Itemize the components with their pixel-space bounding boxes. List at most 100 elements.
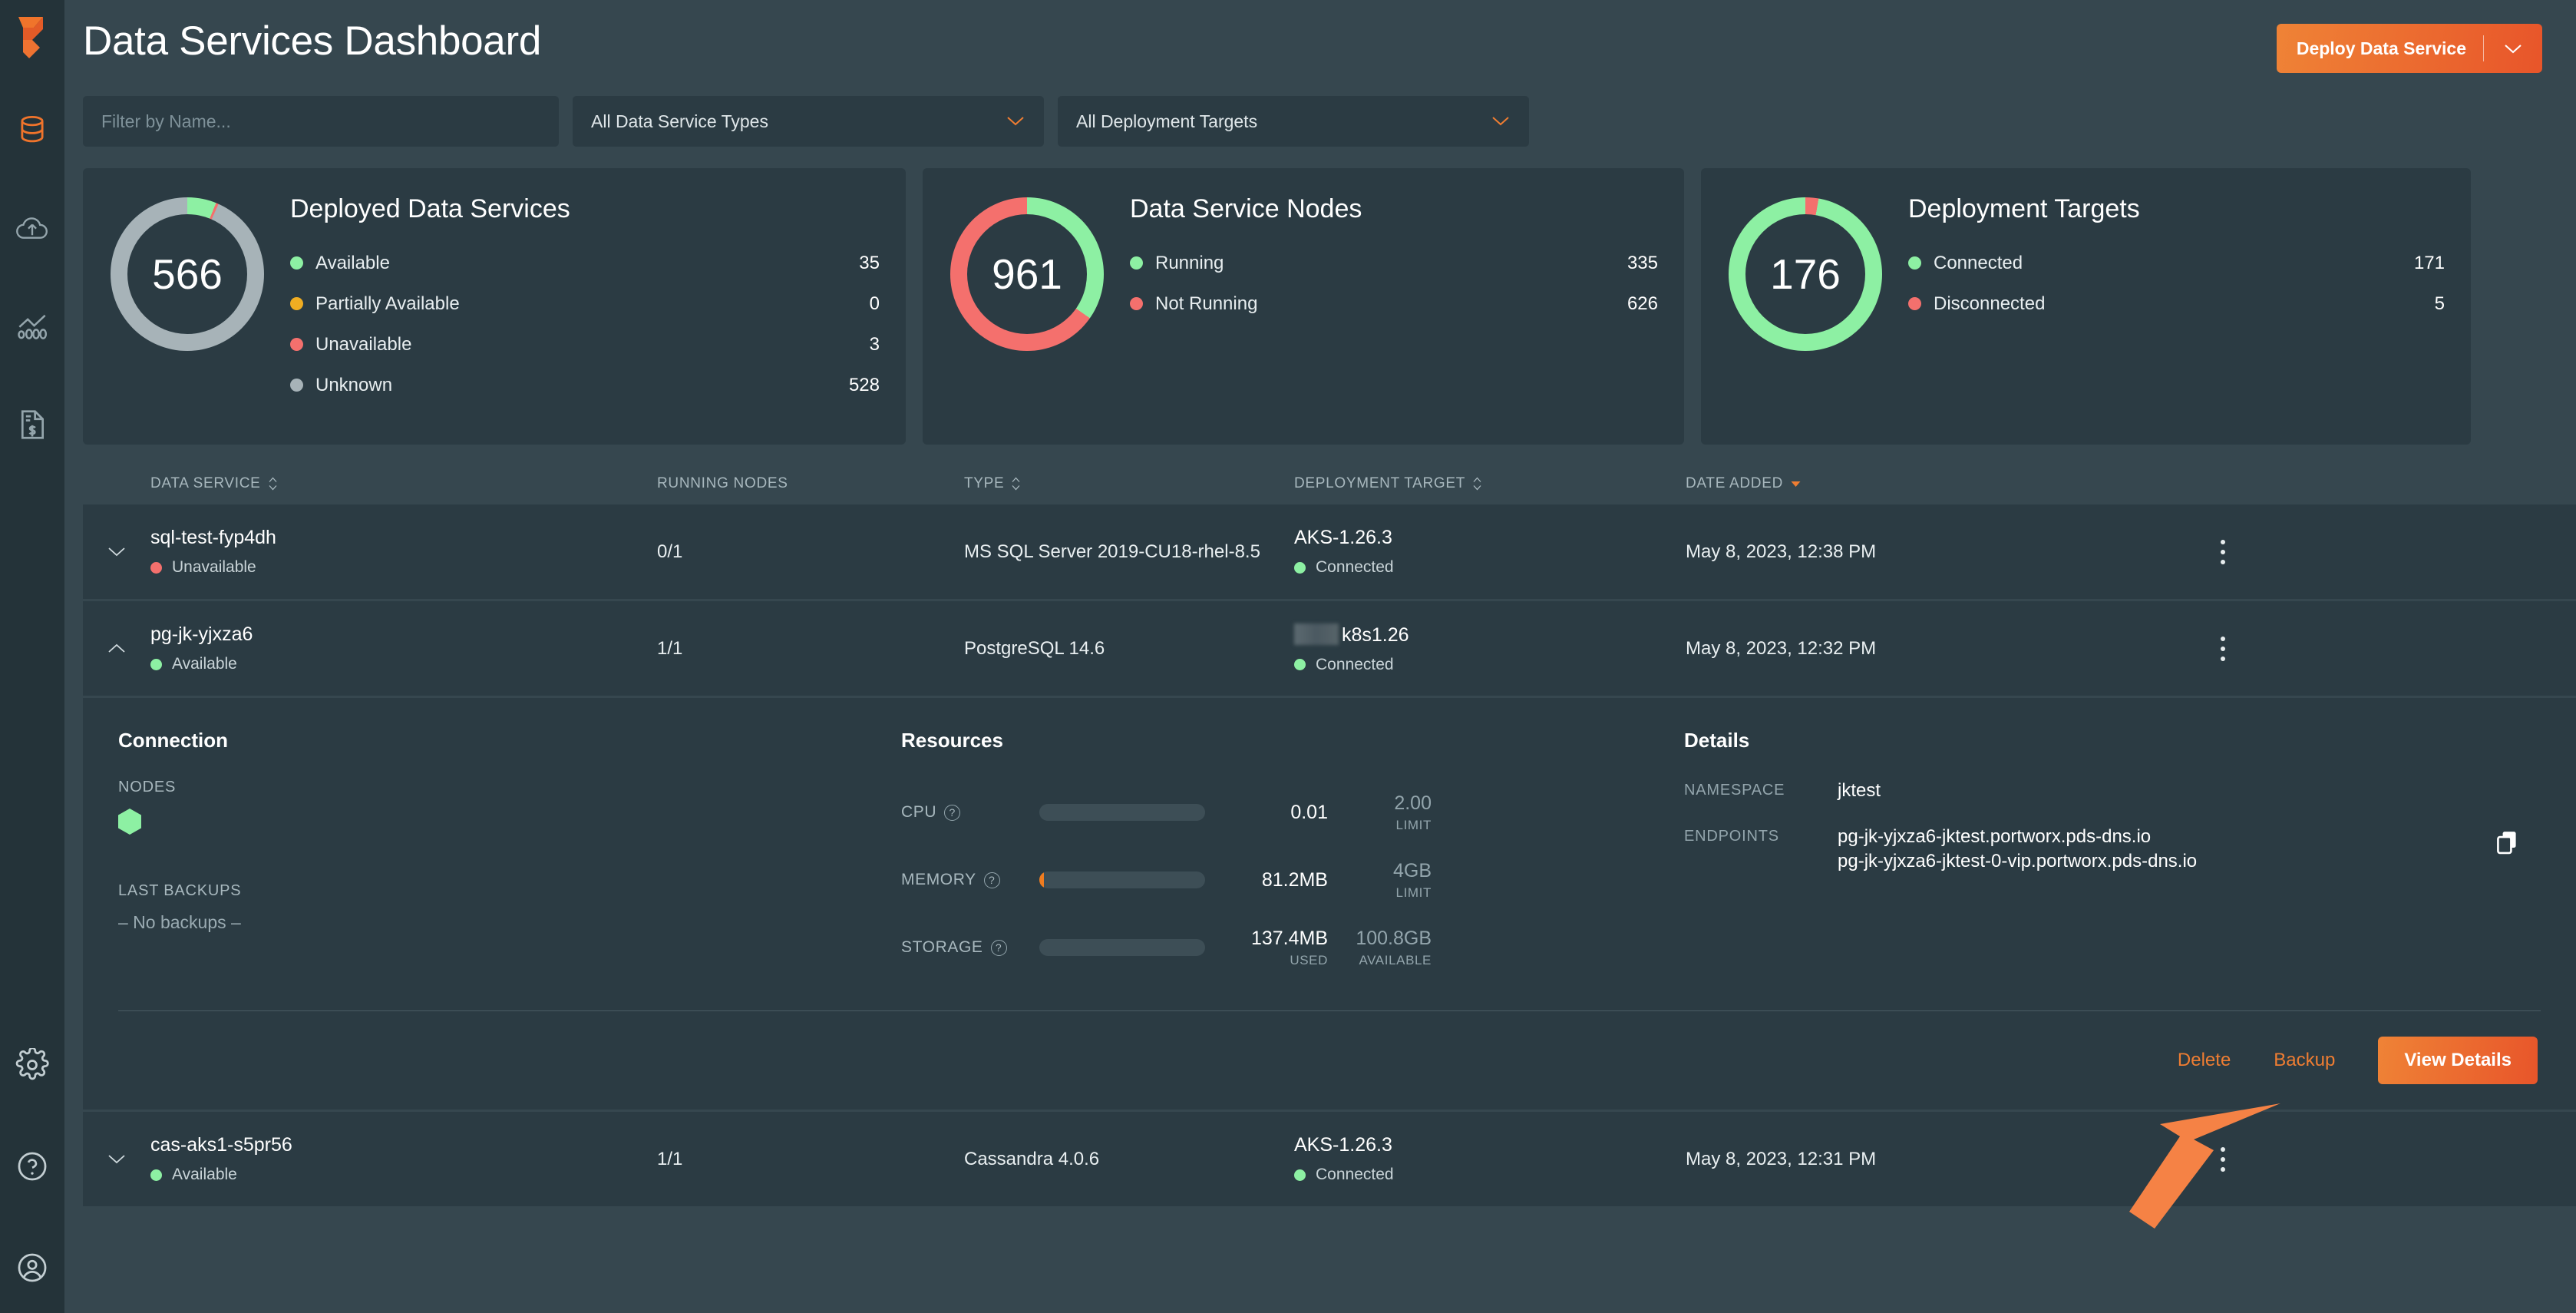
column-header-date-added[interactable]: Date Added: [1686, 475, 2177, 492]
legend-value: 528: [848, 374, 880, 395]
main-content: Data Services Dashboard Deploy Data Serv…: [64, 0, 2576, 1313]
section-heading: Details: [1684, 729, 1750, 752]
legend-item: Partially Available 0: [290, 283, 880, 324]
sort-descending-icon: [1790, 475, 1802, 492]
page-title: Data Services Dashboard: [83, 18, 542, 64]
donut-chart: 566: [111, 197, 264, 351]
help-tooltip-icon[interactable]: ?: [990, 939, 1007, 956]
kebab-menu-icon[interactable]: [2177, 539, 2269, 564]
sort-both-icon: [1011, 477, 1021, 491]
node-status-hexagon[interactable]: [118, 809, 141, 835]
sidebar-item-billing[interactable]: [15, 407, 50, 442]
row-service-cell: cas-aks1-s5pr56 Available: [150, 1134, 657, 1184]
data-service-type-value: All Data Service Types: [591, 111, 768, 131]
backup-button[interactable]: Backup: [2274, 1050, 2335, 1071]
row-actions-menu[interactable]: [2177, 539, 2269, 564]
legend-label: Disconnected: [1934, 293, 2046, 314]
row-service-cell: pg-jk-yjxza6 Available: [150, 623, 657, 673]
donut-chart-wrapper: 961: [947, 193, 1107, 351]
sidebar-item-cloud-upload[interactable]: [15, 210, 50, 246]
copy-icon[interactable]: [2495, 825, 2541, 874]
help-tooltip-icon[interactable]: ?: [944, 804, 961, 821]
status-dot: [1908, 297, 1921, 310]
legend-label: Running: [1155, 252, 1224, 273]
table-row[interactable]: cas-aks1-s5pr56 Available 1/1 Cassandra …: [83, 1112, 2576, 1209]
legend-item: Not Running 626: [1130, 283, 1658, 324]
status-dot: [150, 561, 162, 574]
kebab-menu-icon[interactable]: [2177, 1146, 2269, 1172]
donut-total: 961: [967, 214, 1087, 334]
help-tooltip-icon[interactable]: ?: [983, 871, 1000, 888]
chevron-down-icon[interactable]: [2484, 43, 2542, 55]
deploy-data-service-button[interactable]: Deploy Data Service: [2276, 24, 2542, 73]
column-header-data-service[interactable]: Data Service: [150, 475, 657, 492]
status-dot: [290, 256, 303, 270]
type-cell: Cassandra 4.0.6: [964, 1148, 1100, 1169]
service-name: cas-aks1-s5pr56: [150, 1134, 292, 1156]
view-details-button[interactable]: View Details: [2378, 1037, 2538, 1084]
deployment-target-select[interactable]: All Deployment Targets: [1058, 96, 1529, 147]
row-expand-toggle[interactable]: [83, 1153, 150, 1165]
help-circle-icon[interactable]: [15, 1149, 50, 1184]
legend-item: Available 35: [290, 243, 880, 283]
data-service-type-select[interactable]: All Data Service Types: [573, 96, 1044, 147]
portworx-logo[interactable]: [12, 14, 52, 63]
status-dot: [150, 658, 162, 670]
status-dot: [1908, 256, 1921, 270]
legend-value: 5: [2434, 293, 2445, 314]
running-nodes-cell: 1/1: [657, 637, 683, 659]
legend-label: Unknown: [315, 374, 393, 395]
column-label: Running Nodes: [657, 475, 788, 491]
resource-used: 137.4MB Used: [1250, 927, 1328, 967]
sidebar-item-database[interactable]: [15, 112, 50, 147]
status-dot: [1130, 297, 1143, 310]
legend-item: Connected 171: [1908, 243, 2445, 283]
deployment-target-cell: k8s1.26 Connected: [1294, 623, 1686, 674]
table-row[interactable]: pg-jk-yjxza6 Available 1/1 PostgreSQL 14…: [83, 601, 2576, 698]
column-header-type[interactable]: Type: [964, 475, 1294, 492]
gear-icon[interactable]: [15, 1047, 50, 1083]
column-header-deployment-target[interactable]: Deployment Target: [1294, 475, 1686, 492]
status-badge: Available: [150, 655, 657, 673]
row-expand-toggle[interactable]: [83, 546, 150, 557]
column-label: Data Service: [150, 475, 261, 491]
donut-chart: 961: [950, 197, 1104, 351]
status-dot: [150, 1169, 162, 1181]
resource-used: 0.01: [1290, 801, 1328, 823]
sort-both-icon: [1472, 477, 1482, 491]
column-label: Date Added: [1686, 475, 1784, 491]
target-status-label: Connected: [1316, 1166, 1394, 1183]
section-heading: Connection: [118, 729, 228, 752]
legend-item: Running 335: [1130, 243, 1658, 283]
kebab-menu-icon[interactable]: [2177, 636, 2269, 661]
date-added-cell: May 8, 2023, 12:38 PM: [1686, 541, 1877, 562]
donut-total: 176: [1745, 214, 1865, 334]
status-dot: [1294, 659, 1306, 670]
user-account-icon[interactable]: [15, 1250, 50, 1285]
resource-label: Storage ?: [901, 938, 1039, 957]
table-row[interactable]: sql-test-fyp4dh Unavailable 0/1 MS SQL S…: [83, 504, 2576, 601]
card-deployed-data-services: 566 Deployed Data Services Available 35 …: [83, 168, 906, 445]
legend-label: Partially Available: [315, 293, 460, 314]
card-data-service-nodes: 961 Data Service Nodes Running 335 Not R…: [923, 168, 1684, 445]
service-name: pg-jk-yjxza6: [150, 623, 253, 645]
resource-limit: 4GB Limit: [1392, 859, 1432, 900]
nodes-label: Nodes: [118, 779, 177, 795]
delete-button[interactable]: Delete: [2178, 1050, 2231, 1071]
filter-bar: Filter by Name... All Data Service Types…: [64, 73, 2576, 147]
sidebar-item-metrics[interactable]: [15, 309, 50, 344]
row-collapse-toggle[interactable]: [83, 643, 150, 654]
search-input[interactable]: Filter by Name...: [83, 96, 559, 147]
sidebar-nav-secondary: [15, 1047, 50, 1285]
usage-bar-track: [1039, 871, 1205, 888]
row-actions-menu[interactable]: [2177, 636, 2269, 661]
date-added-cell: May 8, 2023, 12:32 PM: [1686, 637, 1877, 659]
status-dot: [290, 379, 303, 392]
namespace-row: Namespace jktest: [1684, 779, 2541, 803]
legend-label: Available: [315, 252, 390, 273]
table-header-row: Data Service Running Nodes Type Deployme…: [83, 463, 2558, 504]
namespace-value: jktest: [1838, 780, 1881, 801]
legend-value: 171: [2413, 252, 2445, 273]
target-status-label: Connected: [1316, 655, 1394, 673]
row-actions-menu[interactable]: [2177, 1146, 2269, 1172]
